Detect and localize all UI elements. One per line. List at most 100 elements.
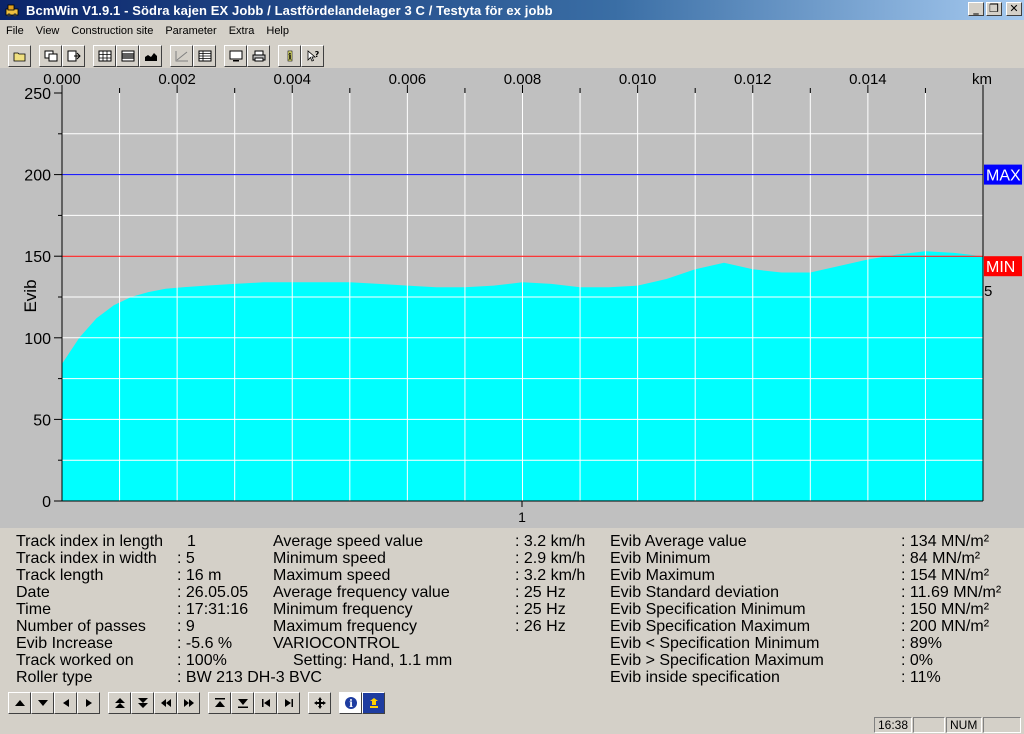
info-icon[interactable]: i (339, 692, 362, 714)
stat-value-evib: : 11% (901, 669, 941, 686)
menu-parameter[interactable]: Parameter (159, 22, 222, 40)
x-tick-label: 0.012 (734, 71, 772, 88)
move-icon[interactable] (308, 692, 331, 714)
rewind-icon[interactable] (154, 692, 177, 714)
stat-value-speed: : 3.2 km/h (515, 533, 586, 550)
stat-value-evib: : 200 MN/m² (901, 618, 990, 635)
min-label: MIN (986, 259, 1015, 276)
bars-icon[interactable] (116, 45, 139, 67)
monitor-icon[interactable] (224, 45, 247, 67)
y-tick-label: 100 (24, 331, 51, 348)
window-title: BcmWin V1.9.1 - Södra kajen EX Jobb / La… (26, 2, 553, 18)
stat-label-track: Time (16, 601, 51, 618)
y-axis-label: Evib (21, 279, 40, 312)
evib-chart: MAX MIN 5 0.000 0.002 0.004 0.006 0.008 0.010 0.0… (0, 68, 1024, 528)
top-icon[interactable] (208, 692, 231, 714)
stat-value-track: 1 (187, 533, 196, 550)
stat-label-speed: Maximum speed (273, 567, 391, 584)
stat-value-track: : 5 (177, 550, 195, 567)
svg-text:i: i (288, 53, 292, 63)
stat-label-track: Track index in length (16, 533, 164, 550)
stat-label-track: Evib Increase (16, 635, 113, 652)
stat-label-track: Track index in width (16, 550, 157, 567)
stat-label-evib: Evib Standard deviation (610, 584, 779, 601)
stat-value-track: : BW 213 DH-3 BVC (177, 669, 322, 686)
copy-window-icon[interactable] (39, 45, 62, 67)
svg-text:?: ? (314, 50, 319, 59)
info-icon[interactable]: i (278, 45, 301, 67)
menu-extra[interactable]: Extra (223, 22, 261, 40)
bottom-icon[interactable] (231, 692, 254, 714)
stat-value-evib: : 84 MN/m² (901, 550, 981, 567)
grid-icon[interactable] (93, 45, 116, 67)
stat-value-track: : 17:31:16 (177, 601, 249, 618)
stat-value-speed: : 25 Hz (515, 601, 566, 618)
restore-button[interactable]: ❐ (986, 2, 1002, 16)
stat-value-evib: : 150 MN/m² (901, 601, 990, 618)
y-tick-label: 200 (24, 168, 51, 185)
arrow-down-icon[interactable] (31, 692, 54, 714)
x-unit-label: km (972, 71, 992, 88)
stat-value-evib: : 0% (901, 652, 934, 669)
first-up-icon[interactable] (108, 692, 131, 714)
stat-label-track: Date (16, 584, 50, 601)
status-empty (913, 717, 945, 733)
arrow-right-icon[interactable] (77, 692, 100, 714)
stat-value-evib: : 134 MN/m² (901, 533, 990, 550)
arrow-left-icon[interactable] (54, 692, 77, 714)
stat-label-evib: Evib > Specification Maximum (610, 652, 824, 669)
stat-value-speed: : 26 Hz (515, 618, 566, 635)
y-tick-label: 250 (24, 86, 51, 103)
navigation-toolbar: i (0, 690, 1024, 716)
table-icon[interactable] (193, 45, 216, 67)
stat-label-track: Roller type (16, 669, 93, 686)
stat-value-track: : 26.05.05 (177, 584, 249, 601)
stat-label-evib: Evib Minimum (610, 550, 711, 567)
menu-view[interactable]: View (30, 22, 66, 40)
export-icon[interactable] (62, 45, 85, 67)
menu-construction-site[interactable]: Construction site (65, 22, 159, 40)
first-icon[interactable] (254, 692, 277, 714)
stat-label-speed: VARIOCONTROL (273, 635, 400, 652)
status-bar: 16:38 NUM (0, 716, 1024, 734)
stat-label-evib: Evib Specification Maximum (610, 618, 811, 635)
stat-label-track: Track length (16, 567, 104, 584)
right-marker: 5 (984, 283, 992, 300)
app-icon (4, 2, 20, 18)
track-statistics: Track index in length 1 Track index in wid… (0, 533, 1024, 689)
last-down-icon[interactable] (131, 692, 154, 714)
y-tick-label: 0 (42, 494, 51, 511)
line-chart-icon[interactable] (170, 45, 193, 67)
stat-label-track: Track worked on (16, 652, 134, 669)
help-cursor-icon[interactable]: ? (301, 45, 324, 67)
stat-label-track: Number of passes (16, 618, 146, 635)
stat-value-evib: : 11.69 MN/m² (901, 584, 1002, 601)
highlight-icon[interactable] (362, 692, 385, 714)
stat-value-speed: : 25 Hz (515, 584, 566, 601)
status-empty-right (983, 717, 1021, 733)
area-chart-icon[interactable] (139, 45, 162, 67)
stat-label-evib: Evib < Specification Minimum (610, 635, 820, 652)
last-icon[interactable] (277, 692, 300, 714)
stat-label-evib: Evib Maximum (610, 567, 715, 584)
stat-label-speed: Minimum speed (273, 550, 386, 567)
stat-value-track: : 100% (177, 652, 227, 669)
arrow-up-icon[interactable] (8, 692, 31, 714)
open-icon[interactable] (8, 45, 31, 67)
stat-label-evib: Evib Average value (610, 533, 747, 550)
stat-value-track: : -5.6 % (177, 635, 233, 652)
menu-help[interactable]: Help (260, 22, 295, 40)
print-icon[interactable] (247, 45, 270, 67)
menu-bar: File View Construction site Parameter Ex… (0, 20, 1024, 42)
fast-forward-icon[interactable] (177, 692, 200, 714)
stat-label-speed: Setting: Hand, 1.1 mm (293, 652, 453, 669)
minimize-button[interactable]: _ (968, 2, 984, 16)
stat-value-evib: : 89% (901, 635, 942, 652)
x-tick-label: 0.010 (619, 71, 657, 88)
menu-file[interactable]: File (0, 22, 30, 40)
main-toolbar: i ? (0, 43, 1024, 69)
x-tick-label: 0.008 (504, 71, 542, 88)
evib-chart-svg: MAXMIN50.000 0.002 0.004 0.006 0.008 0.010 0.0… (21, 71, 1022, 525)
title-bar: BcmWin V1.9.1 - Södra kajen EX Jobb / La… (0, 0, 1024, 20)
close-button[interactable]: ✕ (1006, 2, 1022, 16)
